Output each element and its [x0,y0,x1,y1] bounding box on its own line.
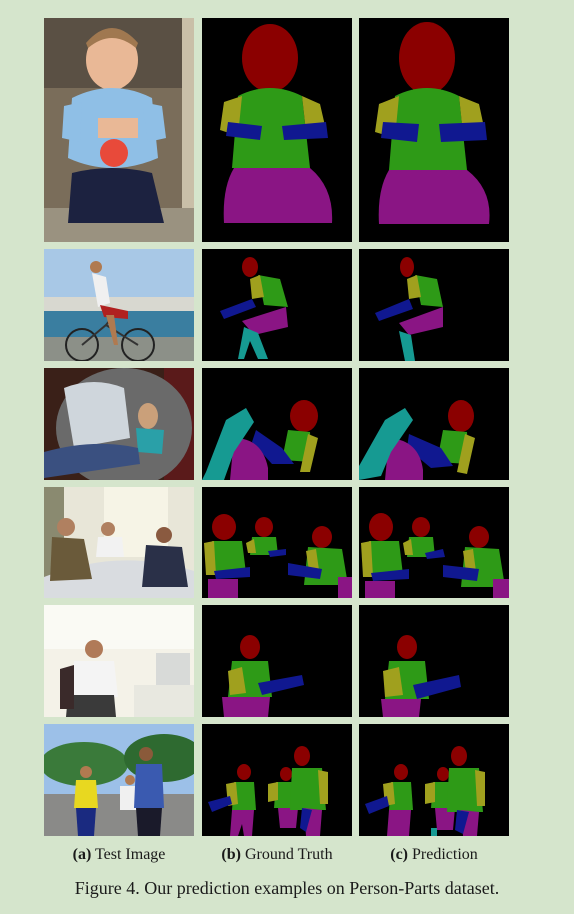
column-label-prediction: (c) Prediction [390,846,478,863]
ground-truth-cyclist [202,249,352,361]
figure-caption: Figure 4. Our prediction examples on Per… [74,878,500,898]
column-label-test-image: (a) Test Image [72,846,166,863]
column-label-ground-truth: (b) Ground Truth [221,846,333,863]
test-image-table-meeting [44,487,194,598]
test-image-baby [44,18,194,242]
ground-truth-baby [202,18,352,242]
ground-truth-man-desk [202,605,352,717]
test-image-woman-chair [44,368,194,480]
test-image-man-desk [44,605,194,717]
ground-truth-woman-chair [202,368,352,480]
ground-truth-table-meeting [202,487,352,598]
prediction-man-desk [359,605,509,717]
test-image-cyclist [44,249,194,361]
prediction-woman-chair [359,368,509,480]
ground-truth-cyclists-group [202,724,352,836]
test-image-cyclists-group [44,724,194,836]
prediction-cyclist [359,249,509,361]
prediction-table-meeting [359,487,509,598]
prediction-baby [359,18,509,242]
prediction-cyclists-group [359,724,509,836]
